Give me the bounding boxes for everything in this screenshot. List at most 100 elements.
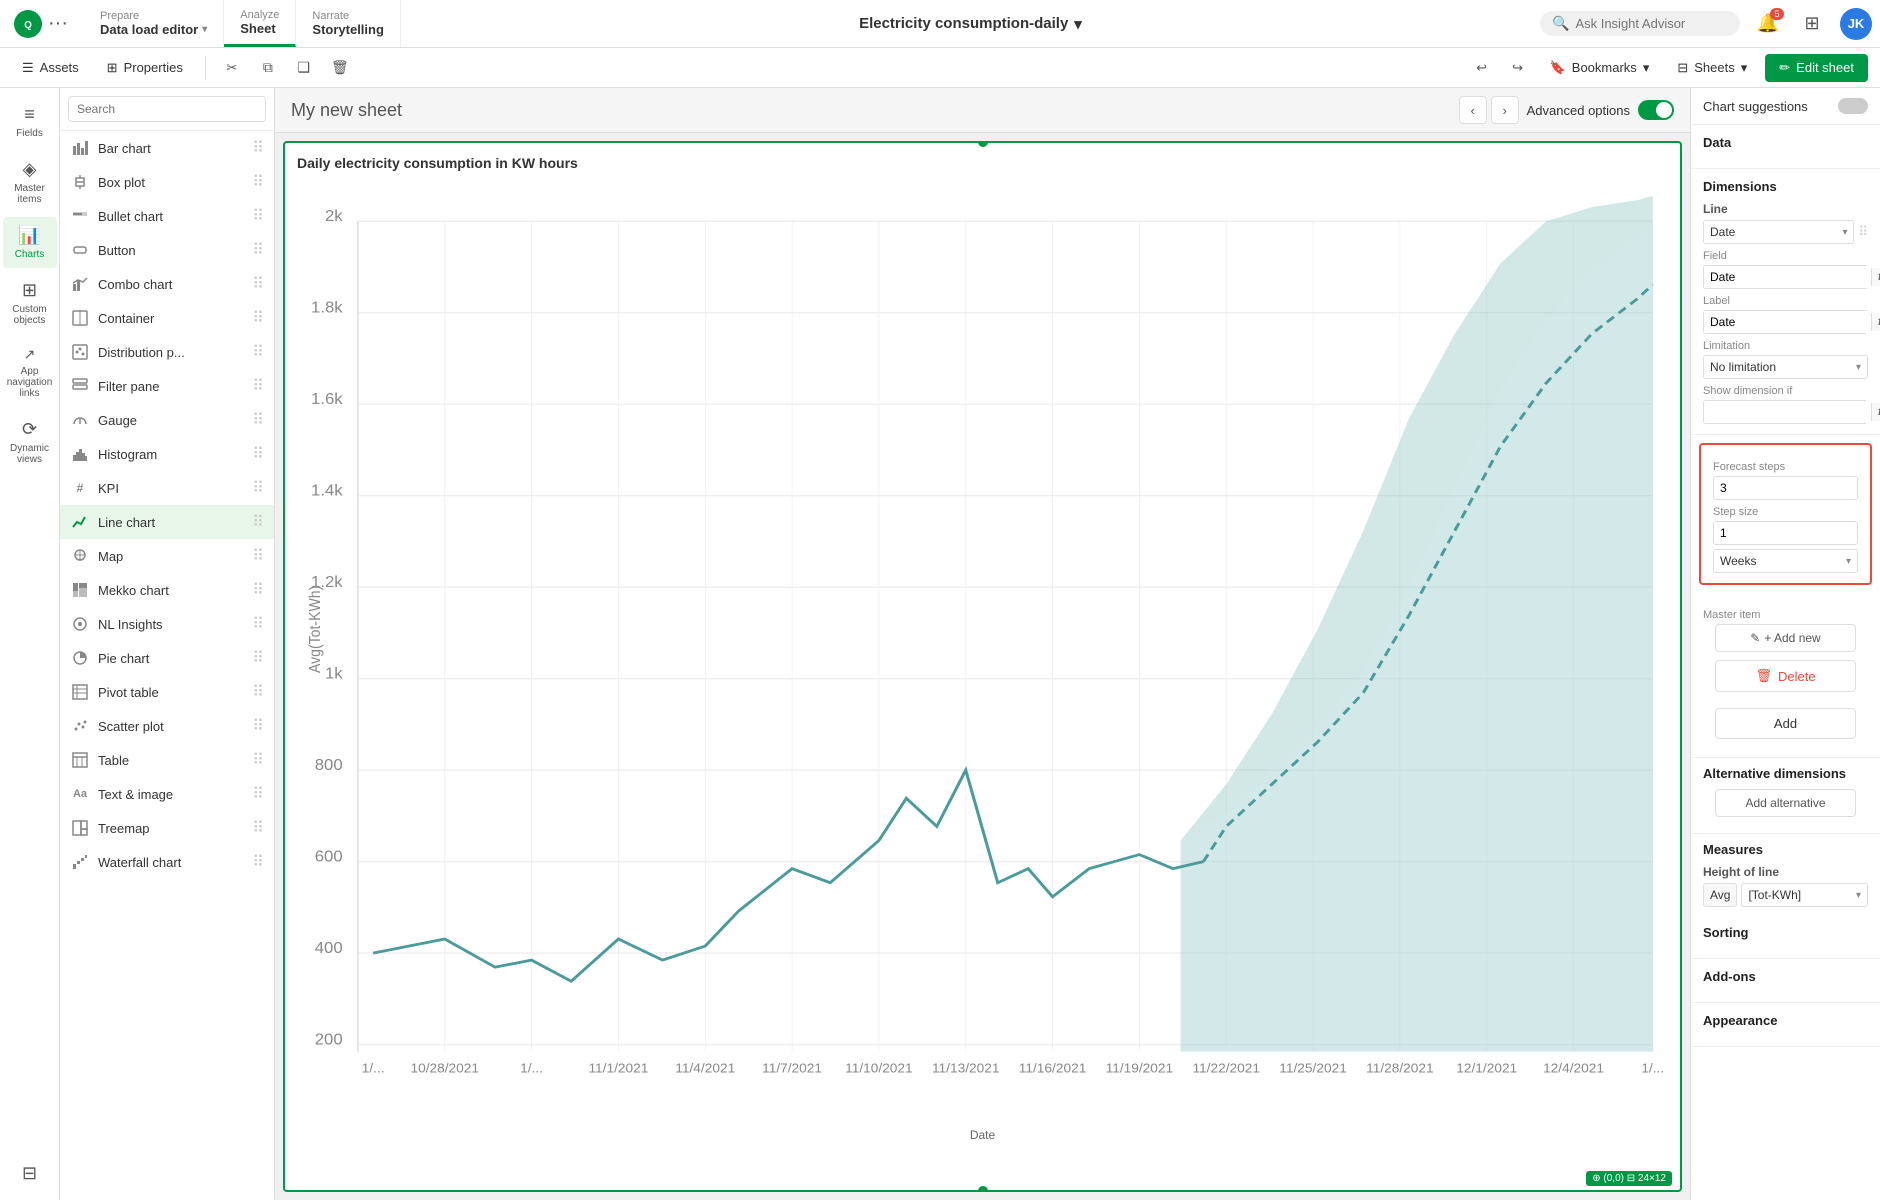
user-avatar[interactable]: JK [1840,8,1872,40]
waterfall-chart-drag[interactable]: ⠿ [252,852,264,872]
weeks-dropdown[interactable]: Weeks ▾ [1713,549,1858,573]
nav-analyze[interactable]: Analyze Sheet [224,0,296,47]
prev-sheet-arrow[interactable]: ‹ [1459,96,1487,124]
chart-item-pie-chart[interactable]: Pie chart ⠿ [60,641,274,675]
sidebar-item-app-navigation[interactable]: ↗ App navigation links [3,338,57,407]
chart-item-histogram[interactable]: Histogram ⠿ [60,437,274,471]
insight-advisor-search[interactable]: 🔍 [1540,11,1740,36]
button-drag[interactable]: ⠿ [252,240,264,260]
chart-item-treemap[interactable]: Treemap ⠿ [60,811,274,845]
chart-item-gauge[interactable]: Gauge ⠿ [60,403,274,437]
sidebar-bottom-button[interactable]: ⊟ [3,1155,57,1192]
chart-item-line-chart[interactable]: Line chart ⠿ [60,505,274,539]
advanced-options-switch[interactable] [1638,100,1674,120]
advanced-options-toggle[interactable]: Advanced options [1527,100,1674,120]
limitation-dropdown[interactable]: No limitation ▾ [1703,355,1868,379]
box-plot-drag[interactable]: ⠿ [252,172,264,192]
date-dropdown[interactable]: Date ▾ [1703,220,1854,244]
nav-narrate[interactable]: Narrate Storytelling [296,0,401,47]
chart-item-button[interactable]: Button ⠿ [60,233,274,267]
pie-chart-drag[interactable]: ⠿ [252,648,264,668]
chart-item-mekko-chart[interactable]: Mekko chart ⠿ [60,573,274,607]
field-fx-button[interactable]: fx [1871,268,1880,286]
treemap-drag[interactable]: ⠿ [252,818,264,838]
add-new-button[interactable]: ✎ + Add new [1715,624,1856,652]
measures-agg-dropdown[interactable]: Avg [1703,883,1737,907]
chart-item-waterfall-chart[interactable]: Waterfall chart ⠿ [60,845,274,879]
chart-item-bullet-chart[interactable]: Bullet chart ⠿ [60,199,274,233]
nav-dots-button[interactable]: ··· [48,12,68,35]
search-input[interactable] [1575,16,1715,31]
measures-field-dropdown[interactable]: [Tot-KWh] ▾ [1741,883,1868,907]
edit-sheet-button[interactable]: ✏ Edit sheet [1765,54,1868,82]
bar-chart-drag[interactable]: ⠿ [252,138,264,158]
nav-prepare[interactable]: Prepare Data load editor ▾ [84,0,224,47]
chart-item-distribution-plot[interactable]: Distribution p... ⠿ [60,335,274,369]
table-drag[interactable]: ⠿ [252,750,264,770]
text-image-drag[interactable]: ⠿ [252,784,264,804]
properties-button[interactable]: ⊞ Properties [97,56,193,80]
distribution-plot-drag[interactable]: ⠿ [252,342,264,362]
nav-logo[interactable]: Q [8,4,48,44]
chart-item-kpi[interactable]: # KPI ⠿ [60,471,274,505]
sidebar-item-dynamic-views[interactable]: ⟳ Dynamic views [3,411,57,473]
filter-pane-drag[interactable]: ⠿ [252,376,264,396]
add-button[interactable]: Add [1715,708,1856,739]
chart-item-container[interactable]: Container ⠿ [60,301,274,335]
copy-button[interactable]: ⧉ [254,54,282,82]
nl-insights-drag[interactable]: ⠿ [252,614,264,634]
chart-item-bar-chart[interactable]: Bar chart ⠿ [60,131,274,165]
undo-button[interactable]: ↩ [1468,54,1496,82]
bullet-chart-drag[interactable]: ⠿ [252,206,264,226]
add-alternative-button[interactable]: Add alternative [1715,789,1856,817]
bookmarks-button[interactable]: 🔖 Bookmarks ▾ [1540,56,1660,80]
sidebar-item-fields[interactable]: ≡ Fields [3,96,57,147]
assets-button[interactable]: ☰ Assets [12,56,89,80]
chart-resize-bottom[interactable] [978,1186,988,1192]
map-drag[interactable]: ⠿ [252,546,264,566]
show-dimension-fx-button[interactable]: fx [1871,403,1880,421]
line-chart-drag[interactable]: ⠿ [252,512,264,532]
sidebar-item-custom-objects[interactable]: ⊞ Custom objects [3,272,57,334]
field-input[interactable] [1704,266,1871,288]
sheets-button[interactable]: ⊟ Sheets ▾ [1667,56,1757,80]
cut-button[interactable]: ✂ [218,54,246,82]
forecast-steps-input[interactable] [1713,476,1858,500]
notifications-button[interactable]: 🔔 5 [1752,8,1784,40]
kpi-drag[interactable]: ⠿ [252,478,264,498]
pivot-table-drag[interactable]: ⠿ [252,682,264,702]
app-title[interactable]: Electricity consumption-daily ▾ [859,15,1082,33]
chart-suggestions-toggle[interactable] [1838,98,1868,114]
next-sheet-arrow[interactable]: › [1491,96,1519,124]
show-dimension-input[interactable] [1704,401,1871,423]
dimension-drag-handle[interactable]: ⠿ [1858,224,1868,240]
apps-grid-button[interactable]: ⊞ [1796,8,1828,40]
chart-item-map[interactable]: Map ⠿ [60,539,274,573]
step-size-input[interactable] [1713,521,1858,545]
container-drag[interactable]: ⠿ [252,308,264,328]
label-input[interactable] [1704,311,1871,333]
delete-button[interactable]: 🗑 Delete [1715,660,1856,692]
redo-button[interactable]: ↪ [1504,54,1532,82]
chart-item-table[interactable]: Table ⠿ [60,743,274,777]
paste-button[interactable]: ❑ [290,54,318,82]
scatter-plot-drag[interactable]: ⠿ [252,716,264,736]
chart-resize-top[interactable] [978,141,988,147]
histogram-drag[interactable]: ⠿ [252,444,264,464]
chart-item-filter-pane[interactable]: Filter pane ⠿ [60,369,274,403]
gauge-drag[interactable]: ⠿ [252,410,264,430]
charts-search-input[interactable] [68,96,266,122]
label-fx-button[interactable]: fx [1871,313,1880,331]
chart-item-text-image[interactable]: Aa Text & image ⠿ [60,777,274,811]
chart-item-box-plot[interactable]: Box plot ⠿ [60,165,274,199]
nav-analyze-bottom: Sheet [240,21,279,36]
sidebar-item-charts[interactable]: 📊 Charts [3,217,57,268]
chart-item-scatter-plot[interactable]: Scatter plot ⠿ [60,709,274,743]
chart-item-combo-chart[interactable]: Combo chart ⠿ [60,267,274,301]
combo-chart-drag[interactable]: ⠿ [252,274,264,294]
chart-item-nl-insights[interactable]: NL Insights ⠿ [60,607,274,641]
sidebar-item-master-items[interactable]: ◈ Master items [3,151,57,213]
mekko-chart-drag[interactable]: ⠿ [252,580,264,600]
delete-toolbar-button[interactable]: 🗑 [326,54,354,82]
chart-item-pivot-table[interactable]: Pivot table ⠿ [60,675,274,709]
